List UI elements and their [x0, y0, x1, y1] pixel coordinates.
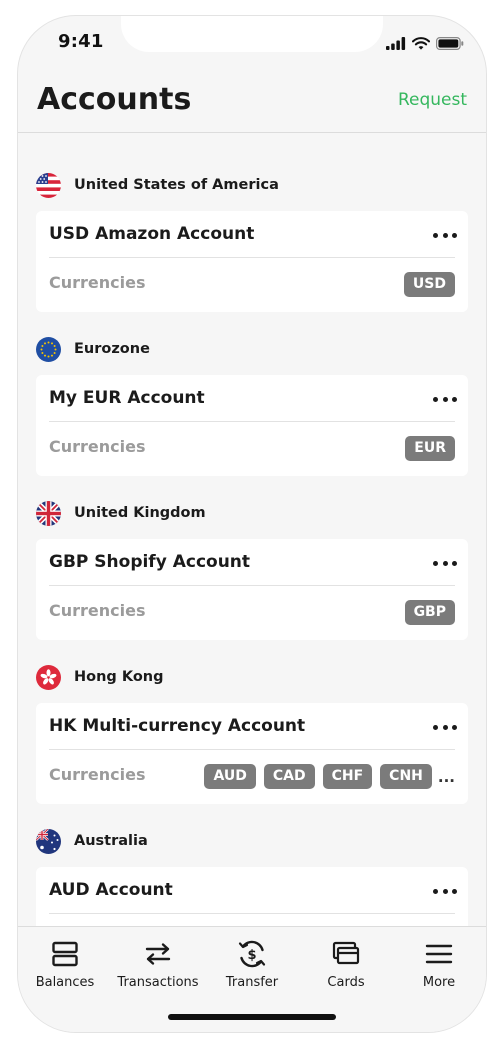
account-name: HK Multi-currency Account [49, 716, 306, 736]
currency-badge: USD [403, 272, 455, 297]
region-name: United Kingdom [74, 505, 206, 521]
region-name: Hong Kong [74, 669, 164, 685]
region-header: Australia [36, 828, 148, 854]
page-title: Accounts [37, 82, 192, 117]
tab-transactions[interactable]: Transactions [111, 939, 205, 990]
account-card[interactable]: HK Multi-currency Account Currencies AUD… [36, 703, 468, 804]
region-header: United Kingdom [36, 500, 206, 526]
tab-balances[interactable]: Balances [18, 939, 112, 990]
app-screen: 9:41 Accounts Request United States of A… [18, 16, 486, 1032]
cellular-signal-icon [386, 35, 406, 54]
tab-transfer[interactable]: $ Transfer [205, 939, 299, 990]
more-options-icon[interactable] [433, 229, 457, 241]
currencies-label: Currencies [49, 273, 146, 292]
account-card[interactable]: My EUR Account Currencies EUR [36, 375, 468, 476]
currency-chips: AUD CAD CHF CNH ... [204, 764, 455, 789]
currencies-label: Currencies [49, 601, 146, 620]
tab-label: Balances [35, 975, 95, 990]
currencies-label: Currencies [49, 765, 146, 784]
au-flag-icon [36, 828, 61, 854]
device-frame: 9:41 Accounts Request United States of A… [0, 0, 504, 1046]
currency-chips: GBP [404, 600, 455, 625]
cards-icon [331, 939, 361, 969]
account-card[interactable]: AUD Account [36, 867, 468, 926]
more-options-icon[interactable] [433, 721, 457, 733]
region-name: Australia [74, 833, 148, 849]
currency-badge: CAD [263, 764, 315, 789]
eu-flag-icon [36, 336, 61, 362]
us-flag-icon [36, 172, 61, 198]
currency-badge: EUR [405, 436, 455, 461]
more-options-icon[interactable] [433, 557, 457, 569]
hk-flag-icon [36, 664, 61, 690]
status-time: 9:41 [58, 31, 104, 52]
transfer-icon: $ [237, 939, 267, 969]
account-card[interactable]: USD Amazon Account Currencies USD [36, 211, 468, 312]
region-header: United States of America [36, 172, 279, 198]
request-button[interactable]: Request [398, 90, 467, 110]
currency-chips: USD [403, 272, 455, 297]
accounts-list[interactable]: United States of America USD Amazon Acco… [18, 133, 486, 926]
account-card[interactable]: GBP Shopify Account Currencies GBP [36, 539, 468, 640]
currency-badge: CHF [322, 764, 373, 789]
currency-badge: CNH [380, 764, 432, 789]
region-header: Hong Kong [36, 664, 164, 690]
home-indicator[interactable] [168, 1014, 336, 1020]
battery-icon [436, 35, 464, 54]
more-currencies-indicator: ... [437, 767, 455, 786]
wifi-icon [411, 35, 431, 54]
device-notch [121, 16, 383, 52]
svg-text:$: $ [247, 948, 256, 963]
card-divider [49, 585, 455, 586]
balances-icon [50, 939, 80, 969]
tab-label: Cards [327, 975, 365, 990]
more-options-icon[interactable] [433, 885, 457, 897]
card-divider [49, 421, 455, 422]
page-header: Accounts Request [18, 82, 486, 132]
tab-more[interactable]: More [392, 939, 486, 990]
currency-badge: AUD [204, 764, 256, 789]
account-name: My EUR Account [49, 388, 205, 408]
transactions-icon [143, 939, 173, 969]
account-name: USD Amazon Account [49, 224, 255, 244]
currency-chips: EUR [405, 436, 455, 461]
account-name: GBP Shopify Account [49, 552, 251, 572]
uk-flag-icon [36, 500, 61, 526]
region-name: United States of America [74, 177, 279, 193]
card-divider [49, 749, 455, 750]
card-divider [49, 913, 455, 914]
region-name: Eurozone [74, 341, 150, 357]
account-name: AUD Account [49, 880, 173, 900]
tab-label: Transfer [225, 975, 279, 990]
more-options-icon[interactable] [433, 393, 457, 405]
menu-icon [424, 939, 454, 969]
card-divider [49, 257, 455, 258]
tab-cards[interactable]: Cards [299, 939, 393, 990]
currencies-label: Currencies [49, 437, 146, 456]
tab-label: More [422, 975, 456, 990]
tab-label: Transactions [117, 975, 199, 990]
region-header: Eurozone [36, 336, 150, 362]
currency-badge: GBP [404, 600, 455, 625]
status-icons [386, 35, 464, 54]
